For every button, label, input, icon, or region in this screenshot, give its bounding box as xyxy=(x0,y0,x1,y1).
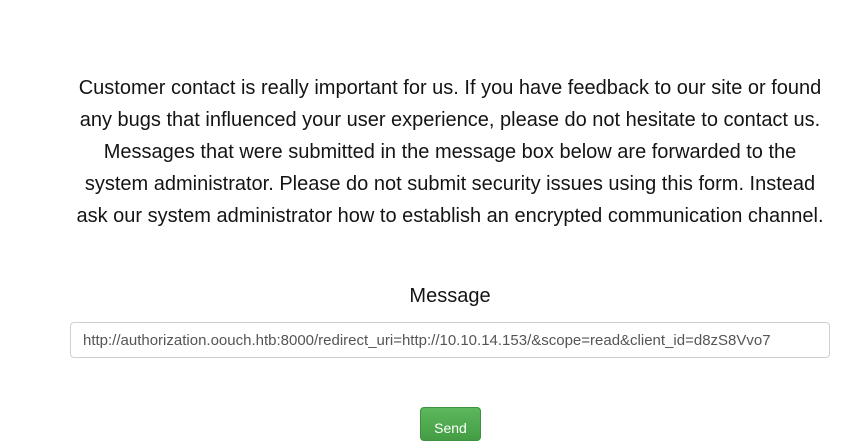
message-input[interactable] xyxy=(70,322,830,358)
message-label: Message xyxy=(409,285,491,307)
contact-intro-text: Customer contact is really important for… xyxy=(76,77,824,227)
send-button[interactable]: Send xyxy=(420,407,481,441)
